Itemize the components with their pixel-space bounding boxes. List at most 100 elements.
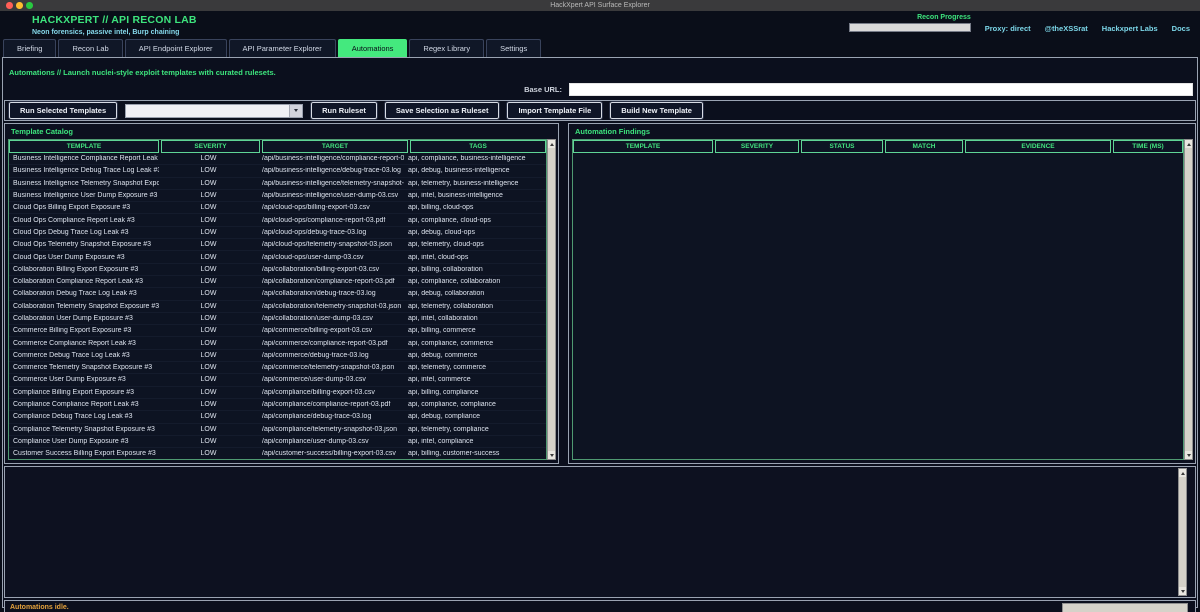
- table-row[interactable]: Cloud Ops Telemetry Snapshot Exposure #3…: [9, 239, 546, 251]
- cell-severity: LOW: [159, 229, 258, 236]
- close-icon[interactable]: [6, 2, 13, 9]
- cell-template: Cloud Ops Billing Export Exposure #3: [9, 204, 159, 211]
- template-catalog-table-main: TEMPLATESEVERITYTARGETTAGS Business Inte…: [8, 139, 547, 460]
- build-new-template-button[interactable]: Build New Template: [610, 102, 703, 119]
- tab-recon-lab[interactable]: Recon Lab: [58, 39, 122, 57]
- scrollbar-thumb[interactable]: [1185, 148, 1192, 451]
- table-row[interactable]: Compliance Telemetry Snapshot Exposure #…: [9, 424, 546, 436]
- tab-api-parameter-explorer[interactable]: API Parameter Explorer: [229, 39, 336, 57]
- table-row[interactable]: Commerce Telemetry Snapshot Exposure #3L…: [9, 362, 546, 374]
- table-row[interactable]: Business Intelligence Debug Trace Log Le…: [9, 165, 546, 177]
- table-row[interactable]: Collaboration Compliance Report Leak #3L…: [9, 276, 546, 288]
- scroll-up-icon[interactable]: [1179, 469, 1186, 477]
- table-row[interactable]: Compliance Debug Trace Log Leak #3LOW/ap…: [9, 411, 546, 423]
- automation-findings-scrollbar[interactable]: [1184, 139, 1193, 460]
- cell-template: Business Intelligence Debug Trace Log Le…: [9, 167, 159, 174]
- cell-severity: LOW: [159, 254, 258, 261]
- table-row[interactable]: Cloud Ops Billing Export Exposure #3LOW/…: [9, 202, 546, 214]
- status-bar: Automations idle.: [4, 600, 1196, 612]
- base-url-input[interactable]: [569, 83, 1193, 96]
- column-header-status[interactable]: STATUS: [801, 140, 883, 153]
- scrollbar-thumb[interactable]: [1179, 477, 1186, 587]
- column-header-tags[interactable]: TAGS: [410, 140, 546, 153]
- automations-content: Automations // Launch nuclei-style explo…: [2, 57, 1198, 608]
- column-header-template[interactable]: TEMPLATE: [573, 140, 713, 153]
- table-row[interactable]: Commerce Debug Trace Log Leak #3LOW/api/…: [9, 350, 546, 362]
- table-row[interactable]: Business Intelligence User Dump Exposure…: [9, 190, 546, 202]
- cell-target: /api/business-intelligence/telemetry-sna…: [258, 180, 404, 187]
- table-row[interactable]: Collaboration Telemetry Snapshot Exposur…: [9, 301, 546, 313]
- cell-target: /api/business-intelligence/compliance-re…: [258, 155, 404, 162]
- cell-severity: LOW: [159, 340, 258, 347]
- template-catalog-scrollbar[interactable]: [547, 139, 556, 460]
- automations-toolbar: Run Selected Templates Run Ruleset Save …: [4, 100, 1196, 121]
- column-header-severity[interactable]: SEVERITY: [715, 140, 799, 153]
- column-header-time-ms[interactable]: TIME (MS): [1113, 140, 1183, 153]
- link-proxy-direct[interactable]: Proxy: direct: [985, 24, 1031, 33]
- column-header-target[interactable]: TARGET: [262, 140, 408, 153]
- table-row[interactable]: Compliance Compliance Report Leak #3LOW/…: [9, 399, 546, 411]
- recon-progress-bar: [849, 23, 971, 32]
- maximize-icon[interactable]: [26, 2, 33, 9]
- recon-progress-label: Recon Progress: [917, 14, 971, 21]
- save-selection-as-ruleset-button[interactable]: Save Selection as Ruleset: [385, 102, 500, 119]
- table-row[interactable]: Compliance Billing Export Exposure #3LOW…: [9, 387, 546, 399]
- column-header-severity[interactable]: SEVERITY: [161, 140, 260, 153]
- cell-severity: LOW: [159, 278, 258, 285]
- scrollbar-thumb[interactable]: [548, 148, 555, 451]
- scroll-up-icon[interactable]: [548, 140, 555, 148]
- table-row[interactable]: Business Intelligence Telemetry Snapshot…: [9, 178, 546, 190]
- table-row[interactable]: Cloud Ops Compliance Report Leak #3LOW/a…: [9, 214, 546, 226]
- cell-tags: api, debug, compliance: [404, 413, 546, 420]
- table-row[interactable]: Cloud Ops User Dump Exposure #3LOW/api/c…: [9, 251, 546, 263]
- table-row[interactable]: Compliance User Dump Exposure #3LOW/api/…: [9, 436, 546, 448]
- tab-briefing[interactable]: Briefing: [3, 39, 56, 57]
- column-header-template[interactable]: TEMPLATE: [9, 140, 159, 153]
- table-row[interactable]: Collaboration Debug Trace Log Leak #3LOW…: [9, 288, 546, 300]
- tab-api-endpoint-explorer[interactable]: API Endpoint Explorer: [125, 39, 227, 57]
- column-header-evidence[interactable]: EVIDENCE: [965, 140, 1111, 153]
- link-hackxpert-labs[interactable]: Hackxpert Labs: [1102, 24, 1158, 33]
- app-header-left: HACKXPERT // API RECON LAB Neon forensic…: [32, 14, 197, 38]
- app-header-right: Recon Progress Proxy: direct @theXSSrat Ha…: [849, 14, 1190, 38]
- tab-settings[interactable]: Settings: [486, 39, 541, 57]
- cell-template: Commerce User Dump Exposure #3: [9, 376, 159, 383]
- scroll-down-icon[interactable]: [1179, 587, 1186, 595]
- cell-target: /api/compliance/debug-trace-03.log: [258, 413, 404, 420]
- cell-tags: api, debug, cloud-ops: [404, 229, 546, 236]
- cell-tags: api, intel, commerce: [404, 376, 546, 383]
- table-row[interactable]: Business Intelligence Compliance Report …: [9, 153, 546, 165]
- cell-target: /api/collaboration/debug-trace-03.log: [258, 290, 404, 297]
- output-log-scrollbar[interactable]: [1178, 468, 1187, 596]
- cell-tags: api, intel, business-intelligence: [404, 192, 546, 199]
- link-thexssrat[interactable]: @theXSSrat: [1045, 24, 1088, 33]
- column-header-match[interactable]: MATCH: [885, 140, 963, 153]
- section-banner: Automations // Launch nuclei-style explo…: [9, 68, 276, 77]
- cell-severity: LOW: [159, 155, 258, 162]
- run-ruleset-button[interactable]: Run Ruleset: [311, 102, 377, 119]
- scroll-down-icon[interactable]: [548, 451, 555, 459]
- table-row[interactable]: Customer Success Billing Export Exposure…: [9, 448, 546, 459]
- import-template-file-button[interactable]: Import Template File: [507, 102, 602, 119]
- tab-regex-library[interactable]: Regex Library: [409, 39, 484, 57]
- cell-target: /api/collaboration/compliance-report-03.…: [258, 278, 404, 285]
- link-docs[interactable]: Docs: [1172, 24, 1190, 33]
- table-row[interactable]: Collaboration Billing Export Exposure #3…: [9, 264, 546, 276]
- table-row[interactable]: Commerce User Dump Exposure #3LOW/api/co…: [9, 374, 546, 386]
- chevron-down-icon[interactable]: [289, 105, 302, 117]
- run-selected-templates-button[interactable]: Run Selected Templates: [9, 102, 117, 119]
- table-row[interactable]: Commerce Compliance Report Leak #3LOW/ap…: [9, 337, 546, 349]
- table-row[interactable]: Collaboration User Dump Exposure #3LOW/a…: [9, 313, 546, 325]
- ruleset-select[interactable]: [125, 104, 303, 118]
- cell-template: Compliance Compliance Report Leak #3: [9, 401, 159, 408]
- table-row[interactable]: Cloud Ops Debug Trace Log Leak #3LOW/api…: [9, 227, 546, 239]
- automation-findings-header: TEMPLATESEVERITYSTATUSMATCHEVIDENCETIME …: [573, 140, 1183, 153]
- table-row[interactable]: Commerce Billing Export Exposure #3LOW/a…: [9, 325, 546, 337]
- cell-severity: LOW: [159, 352, 258, 359]
- cell-tags: api, billing, compliance: [404, 389, 546, 396]
- cell-template: Cloud Ops User Dump Exposure #3: [9, 254, 159, 261]
- scroll-down-icon[interactable]: [1185, 451, 1192, 459]
- minimize-icon[interactable]: [16, 2, 23, 9]
- tab-automations[interactable]: Automations: [338, 39, 408, 57]
- scroll-up-icon[interactable]: [1185, 140, 1192, 148]
